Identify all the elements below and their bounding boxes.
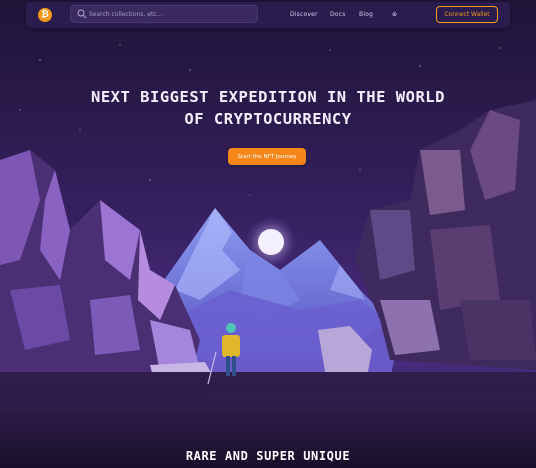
moon <box>258 229 284 255</box>
nav-link-blog[interactable]: Blog <box>359 11 373 18</box>
search-icon <box>77 9 87 19</box>
hero-illustration <box>0 0 536 468</box>
nav-link-discover[interactable]: Discover <box>290 11 318 18</box>
hero-title-line-1: Next Biggest Expedition in the World <box>91 88 445 106</box>
bitcoin-icon[interactable]: ₿ <box>38 8 52 22</box>
search-box <box>70 5 258 23</box>
search-input[interactable] <box>89 7 249 21</box>
start-journey-button[interactable]: Start the NFT Journey <box>228 148 306 165</box>
section-heading: Rare and Super Unique <box>185 449 351 463</box>
nav-link-docs[interactable]: Docs <box>330 11 346 18</box>
hero-title: Next Biggest Expedition in the World of … <box>60 86 476 130</box>
connect-wallet-button[interactable]: Connect Wallet <box>436 6 498 23</box>
top-navbar: ₿ Discover Docs Blog ⊕ Connect Wallet <box>26 2 510 28</box>
nav-link-language[interactable]: ⊕ <box>392 11 397 18</box>
hero-title-line-2: of Cryptocurrency <box>184 110 352 128</box>
